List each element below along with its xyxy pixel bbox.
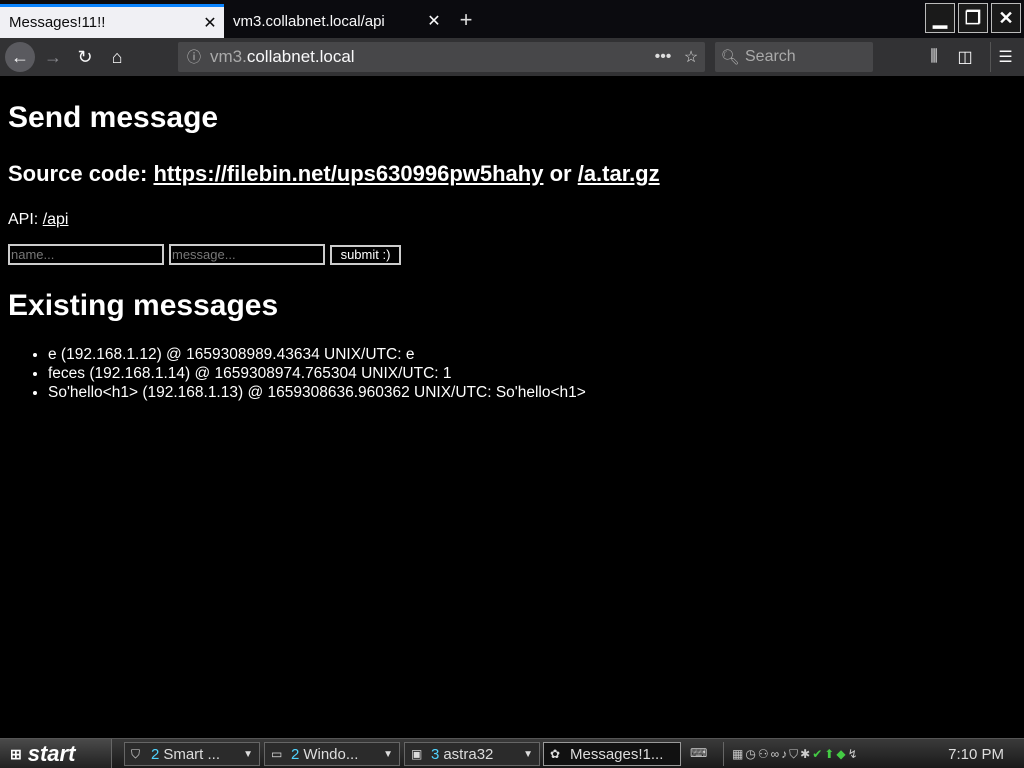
- list-item: feces (192.168.1.14) @ 1659308974.765304…: [48, 364, 1016, 383]
- shield-icon: ⛉: [131, 746, 141, 761]
- close-tab-icon[interactable]: ✕: [196, 13, 224, 33]
- puzzle-icon[interactable]: ✱: [800, 747, 810, 761]
- green-gem-icon[interactable]: ◆: [836, 747, 845, 761]
- forward-arrow-icon[interactable]: →: [38, 42, 68, 72]
- back-arrow-icon[interactable]: ←: [5, 42, 35, 72]
- start-button[interactable]: ⊞ start: [0, 739, 112, 768]
- message-form: submit :): [8, 244, 1016, 265]
- search-input[interactable]: [745, 48, 865, 66]
- close-tab-icon[interactable]: ✕: [420, 11, 448, 31]
- taskbar-button-messages[interactable]: ✿ Messages!1...: [543, 742, 681, 766]
- url-prefix: vm3.: [210, 47, 247, 66]
- chevron-down-icon: ▼: [243, 748, 253, 760]
- home-icon[interactable]: ⌂: [102, 42, 132, 72]
- volume-icon[interactable]: ♪: [781, 747, 787, 761]
- check-icon[interactable]: ✔: [812, 747, 822, 761]
- search-icon: 🔍︎: [720, 49, 740, 66]
- reload-icon[interactable]: ↻: [70, 42, 100, 72]
- shield-tray-icon[interactable]: ⛉: [789, 747, 798, 762]
- api-label: API:: [8, 211, 43, 228]
- group-label: Windo...: [303, 745, 359, 763]
- system-tray: ▦ ◷ ⚇ ∞ ♪ ⛉ ✱ ✔ ⬆ ◆ ↯ 7:10 PM: [723, 742, 1024, 766]
- existing-messages-heading: Existing messages: [8, 289, 279, 322]
- taskbar-group-smart[interactable]: ⛉ 2 Smart ... ▼: [124, 742, 260, 766]
- group-label: Smart ...: [163, 745, 221, 763]
- monitor-icon: ▣: [411, 747, 423, 761]
- firefox-icon: ✿: [550, 747, 561, 761]
- navigation-bar: ← → ↻ ⌂ ⓘ vm3.collabnet.local ••• ☆ 🔍︎ ⫼…: [0, 38, 1024, 76]
- taskbar: ⊞ start ⛉ 2 Smart ... ▼ ▭ 2 Windo... ▼ ▣ 3 astra3…: [0, 738, 1024, 768]
- keyboard-icon[interactable]: ⌨: [690, 746, 708, 762]
- name-input[interactable]: [8, 244, 164, 265]
- source-or: or: [543, 161, 578, 186]
- tab-api[interactable]: vm3.collabnet.local/api ✕: [224, 4, 448, 38]
- close-window-icon[interactable]: ✕: [991, 3, 1021, 33]
- sidebar-icon[interactable]: ◫: [950, 42, 980, 72]
- info-icon[interactable]: ⓘ: [178, 47, 210, 67]
- url-text[interactable]: vm3.collabnet.local: [210, 47, 649, 67]
- api-link[interactable]: /api: [43, 211, 69, 228]
- tab-strip: Messages!11!! ✕ vm3.collabnet.local/api …: [0, 0, 1024, 38]
- group-label: Messages!1...: [570, 745, 664, 763]
- chevron-down-icon: ▼: [523, 748, 533, 760]
- page-actions-icon[interactable]: •••: [649, 48, 677, 66]
- library-icon[interactable]: ⫼: [919, 42, 949, 72]
- url-bar[interactable]: ⓘ vm3.collabnet.local ••• ☆: [178, 42, 705, 72]
- group-count: 3: [431, 745, 440, 763]
- tab-messages[interactable]: Messages!11!! ✕: [0, 4, 224, 38]
- group-count: 2: [291, 745, 300, 763]
- filebin-link[interactable]: https://filebin.net/ups630996pw5hahy: [153, 161, 543, 186]
- minimize-icon[interactable]: ▁: [925, 3, 955, 33]
- group-count: 2: [151, 745, 160, 763]
- messages-list: e (192.168.1.12) @ 1659308989.43634 UNIX…: [8, 345, 1016, 402]
- url-domain: collabnet.local: [246, 47, 355, 66]
- maximize-icon[interactable]: ❐: [958, 3, 988, 33]
- taskbar-group-astra32[interactable]: ▣ 3 astra32 ▼: [404, 742, 540, 766]
- source-label: Source code:: [8, 161, 154, 186]
- bookmark-star-icon[interactable]: ☆: [677, 47, 705, 67]
- clock-tray-icon[interactable]: ◷: [745, 747, 755, 761]
- start-label: start: [27, 741, 76, 766]
- source-code-line: Source code: https://filebin.net/ups6309…: [8, 161, 1016, 187]
- hamburger-menu-icon[interactable]: ☰: [990, 42, 1020, 72]
- group-label: astra32: [443, 745, 494, 763]
- api-line: API: /api: [8, 211, 1016, 229]
- taskbar-group-windows[interactable]: ▭ 2 Windo... ▼: [264, 742, 400, 766]
- new-tab-icon[interactable]: +: [452, 6, 480, 34]
- arrow-tray-icon[interactable]: ↯: [848, 747, 858, 761]
- search-bar[interactable]: 🔍︎: [715, 42, 873, 72]
- chevron-down-icon: ▼: [383, 748, 393, 760]
- tab-title: Messages!11!!: [9, 14, 106, 31]
- send-message-heading: Send message: [8, 101, 219, 134]
- tarball-link[interactable]: /a.tar.gz: [578, 161, 660, 186]
- windows-flag-icon: ⊞: [10, 745, 22, 762]
- taskbar-clock[interactable]: 7:10 PM: [948, 746, 1004, 763]
- network-icon[interactable]: ▦: [732, 747, 743, 761]
- list-item: So'hello<h1> (192.168.1.13) @ 1659308636…: [48, 383, 1016, 402]
- folder-icon: ▭: [271, 747, 283, 761]
- green-arrows-icon[interactable]: ⬆: [824, 747, 834, 761]
- list-item: e (192.168.1.12) @ 1659308989.43634 UNIX…: [48, 345, 1016, 364]
- submit-button[interactable]: submit :): [330, 244, 401, 265]
- tab-title: vm3.collabnet.local/api: [233, 12, 385, 30]
- connection-icon[interactable]: ∞: [771, 747, 780, 761]
- contacts-icon[interactable]: ⚇: [758, 747, 769, 761]
- message-input[interactable]: [169, 244, 325, 265]
- page-content: Send message Source code: https://filebi…: [0, 76, 1024, 738]
